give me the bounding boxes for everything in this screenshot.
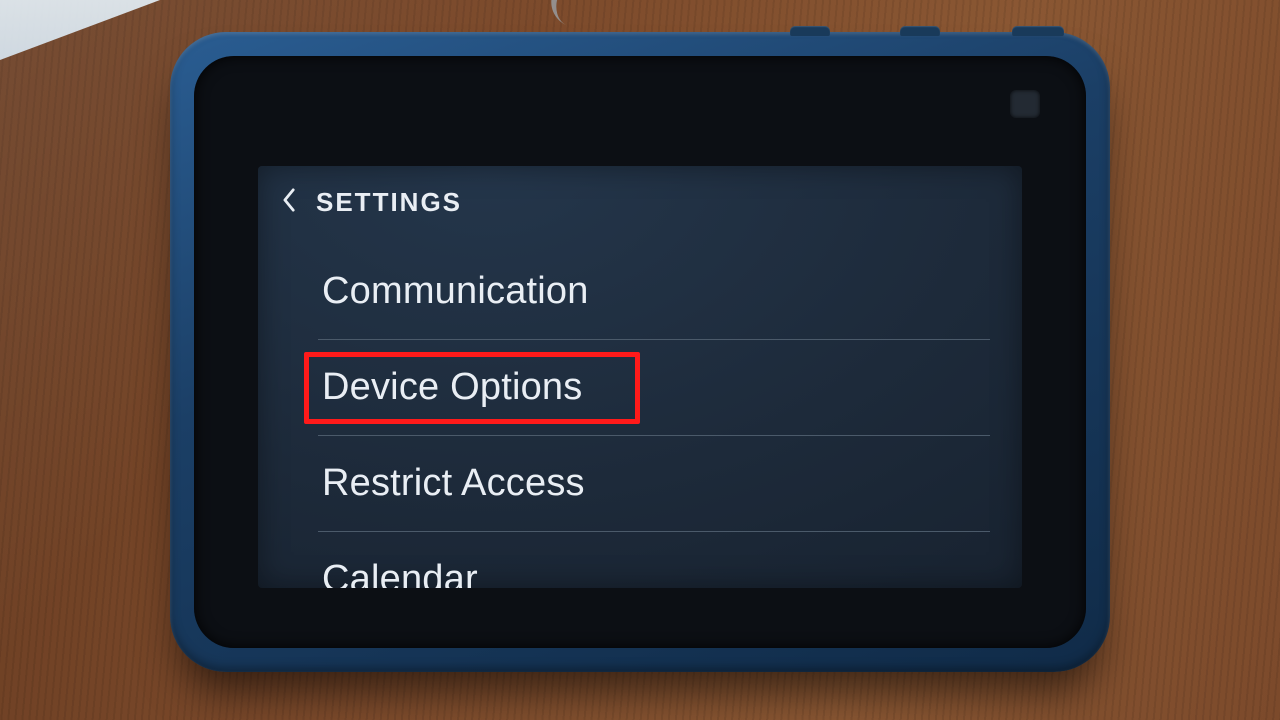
physical-button-1 — [790, 26, 830, 36]
menu-item-communication[interactable]: Communication — [318, 244, 990, 340]
settings-header: SETTINGS — [258, 174, 1022, 230]
screen: SETTINGS Communication Device Options Re… — [258, 166, 1022, 588]
background-wall — [0, 0, 160, 60]
menu-item-device-options[interactable]: Device Options — [318, 340, 990, 436]
physical-button-3 — [1012, 26, 1064, 36]
menu-item-label: Restrict Access — [322, 462, 585, 505]
menu-item-restrict-access[interactable]: Restrict Access — [318, 436, 990, 532]
physical-button-2 — [900, 26, 940, 36]
device-bezel: SETTINGS Communication Device Options Re… — [194, 56, 1086, 648]
page-title: SETTINGS — [316, 187, 462, 218]
settings-menu: Communication Device Options Restrict Ac… — [318, 244, 990, 588]
front-camera — [1010, 90, 1040, 118]
menu-item-calendar[interactable]: Calendar — [318, 532, 990, 588]
menu-item-label: Communication — [322, 270, 589, 313]
menu-item-label: Device Options — [322, 366, 582, 409]
back-button[interactable] — [276, 189, 302, 215]
device-shell: SETTINGS Communication Device Options Re… — [170, 32, 1110, 672]
chevron-left-icon — [282, 188, 297, 217]
photo-scene: SETTINGS Communication Device Options Re… — [0, 0, 1280, 720]
menu-item-label: Calendar — [322, 558, 478, 588]
